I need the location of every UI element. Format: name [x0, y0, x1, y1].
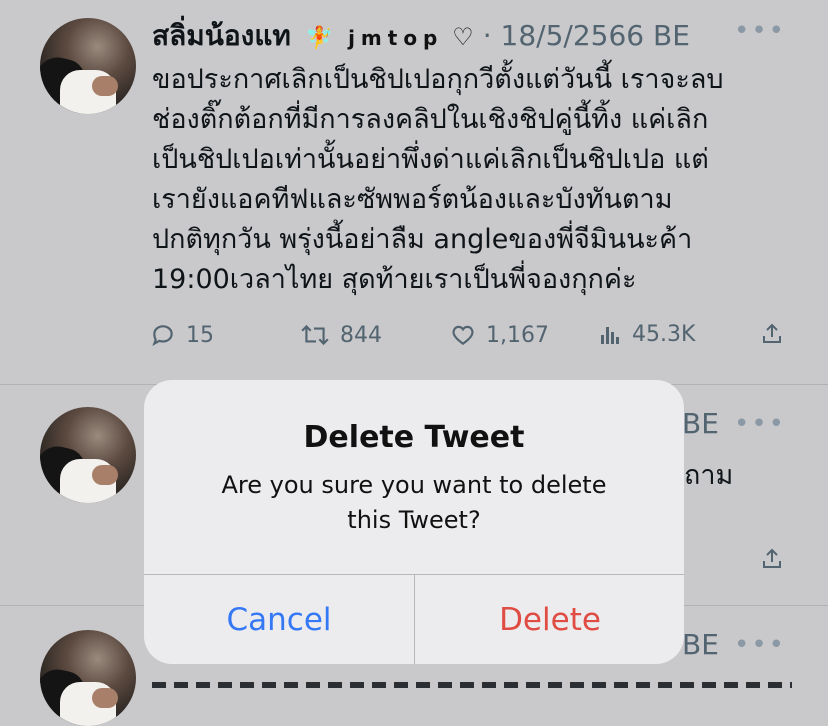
tweet-date[interactable]: BE: [682, 628, 719, 661]
author-handle: jmtop: [348, 26, 444, 50]
reply-button[interactable]: 15: [150, 322, 214, 348]
fairy-emoji-icon: 🧚: [305, 26, 334, 51]
reply-icon: [152, 325, 173, 347]
dialog-title: Delete Tweet: [303, 420, 525, 455]
separator-dot: ·: [482, 19, 492, 52]
avatar[interactable]: [40, 407, 136, 503]
tweet-text-line: 19:00เวลาไทย สุดท้ายเราเป็นพี่จองกุกค่ะ: [152, 264, 637, 295]
views-button[interactable]: 45.3K: [598, 322, 695, 347]
more-options-icon[interactable]: •••: [734, 409, 786, 439]
more-options-icon[interactable]: •••: [734, 16, 786, 46]
tweet-date[interactable]: BE: [682, 407, 719, 440]
retweet-icon: [301, 324, 329, 346]
tweet-text: ถาม: [684, 460, 734, 491]
cancel-button[interactable]: Cancel: [144, 575, 414, 664]
share-button[interactable]: [760, 322, 784, 346]
tweet-text: ขอประกาศเลิกเป็นชิปเปอกุกวีตั้งแต่วันนี้…: [152, 60, 802, 300]
delete-button[interactable]: Delete: [415, 575, 684, 664]
views-icon: [601, 326, 619, 344]
avatar[interactable]: [40, 18, 136, 114]
heart-icon: [452, 325, 474, 345]
tweet-text-line: ขอประกาศเลิกเป็นชิปเปอกุกวีตั้งแต่วันนี้…: [152, 64, 724, 95]
tweet-text-line: ช่องติ๊กต้อกที่มีการลงคลิปในเชิงชิปคู่นี…: [152, 104, 709, 135]
heart-symbol: ♡: [452, 23, 474, 51]
tweet-date[interactable]: 18/5/2566 BE: [501, 19, 690, 52]
dialog-message-line: Are you sure you want to delete: [221, 471, 607, 499]
tweet-1[interactable]: สลิ่มน้องแท 🧚 jmtop ♡ · 18/5/2566 BE •••…: [0, 0, 828, 384]
like-button[interactable]: 1,167: [450, 322, 549, 348]
tweet-text-line: เป็นชิปเปอเท่านั้นอย่าพึ่งด่าแค่เลิกเป็น…: [152, 144, 709, 175]
dialog-message: Are you sure you want to delete this Twe…: [214, 468, 614, 538]
retweet-button[interactable]: 844: [300, 322, 382, 348]
tweet-text-cut-off: [152, 678, 792, 688]
share-icon[interactable]: [760, 547, 784, 571]
delete-tweet-dialog: Delete Tweet Are you sure you want to de…: [144, 380, 684, 664]
like-count: 1,167: [486, 322, 549, 348]
dialog-message-line: this Tweet?: [347, 506, 481, 534]
tweet-text-line: ปกติทุกวัน พรุ่งนี้อย่าลืม angleของพี่จี…: [152, 224, 693, 255]
author-name[interactable]: สลิ่มน้องแท: [152, 19, 291, 52]
views-count: 45.3K: [632, 322, 696, 347]
tweet-header: สลิ่มน้องแท 🧚 jmtop ♡ · 18/5/2566 BE: [152, 14, 690, 58]
share-icon: [763, 323, 781, 343]
tweet-text-line: เรายังแอคทีฟและซัพพอร์ตน้องและบังทันตาม: [152, 184, 673, 215]
retweet-count: 844: [340, 322, 382, 348]
more-options-icon[interactable]: •••: [734, 630, 786, 660]
avatar[interactable]: [40, 630, 136, 726]
reply-count: 15: [186, 322, 214, 348]
tweet-actions: 15 844 1,167 45.3K: [150, 322, 790, 358]
